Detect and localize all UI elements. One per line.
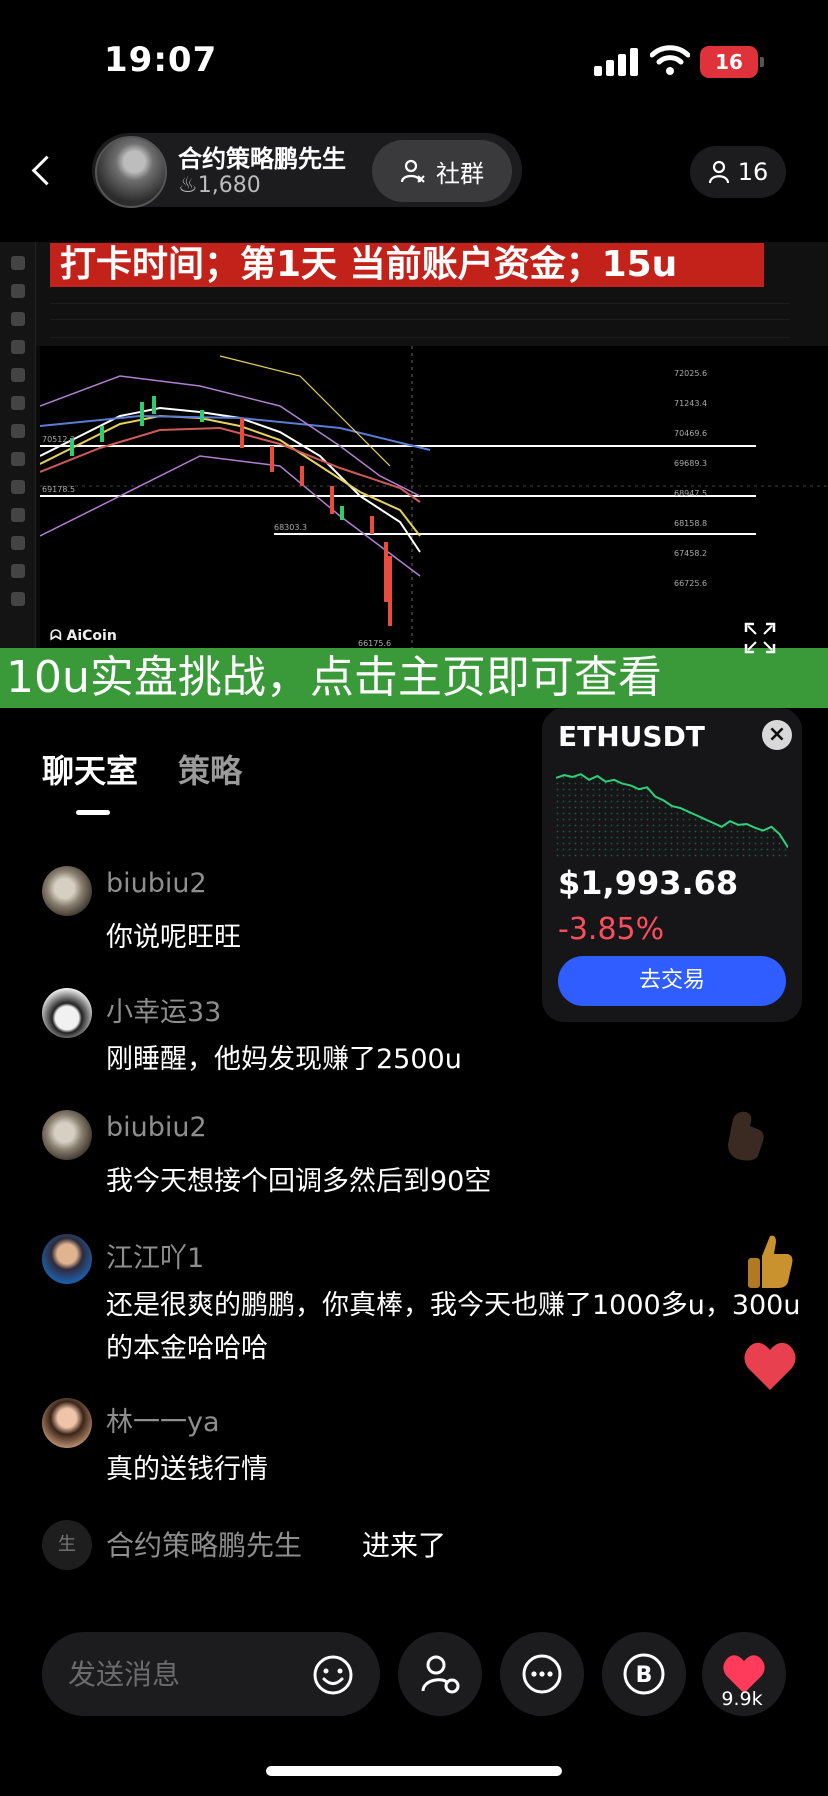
- ticker-card[interactable]: ETHUSDT × $1,993.68 -3.85% 去交易: [542, 708, 802, 1022]
- viewer-count[interactable]: 16: [690, 146, 786, 198]
- svg-text:70469.6: 70469.6: [674, 429, 707, 438]
- status-time: 19:07: [104, 40, 218, 80]
- svg-text:68947.5: 68947.5: [674, 489, 707, 498]
- cellular-signal-icon: [594, 48, 638, 76]
- join-username[interactable]: 合约策略鹏先生: [106, 1524, 302, 1564]
- chat-message: 江江吖1 还是很爽的鹏鹏，你真棒，我今天也赚了1000多u，300u的本金哈哈哈: [42, 1234, 800, 1374]
- host-avatar[interactable]: [95, 136, 167, 208]
- chat-username[interactable]: 江江吖1: [106, 1236, 204, 1275]
- aicoin-logo-mark: ᗣ: [50, 628, 67, 644]
- chat-username[interactable]: biubiu2: [106, 868, 207, 899]
- person-mic-icon: [421, 1655, 460, 1694]
- chat-message: biubiu2 你说呢旺旺: [42, 866, 782, 956]
- chat-text: 你说呢旺旺: [106, 922, 241, 953]
- back-button[interactable]: [22, 146, 62, 194]
- ticker-sparkline: [556, 773, 788, 858]
- person-add-icon: [400, 159, 425, 183]
- svg-text:68303.3: 68303.3: [274, 523, 307, 532]
- svg-text:71243.4: 71243.4: [674, 399, 707, 408]
- link-mic-button[interactable]: [398, 1632, 482, 1716]
- ticker-sparkline-fill: [556, 774, 788, 858]
- chat-username[interactable]: 小幸运33: [106, 990, 221, 1029]
- bitcoin-icon: B: [623, 1653, 665, 1695]
- battery-icon: 16: [700, 46, 764, 78]
- avatar[interactable]: 生: [42, 1520, 92, 1570]
- chat-username[interactable]: biubiu2: [106, 1112, 207, 1143]
- wifi-icon: [650, 45, 690, 75]
- close-icon[interactable]: ×: [762, 720, 792, 750]
- chat-text: 我今天想接个回调多然后到90空: [106, 1166, 492, 1197]
- community-button[interactable]: 社群: [372, 140, 512, 202]
- community-label: 社群: [436, 159, 484, 188]
- chat-message: biubiu2 我今天想接个回调多然后到90空: [42, 1110, 782, 1200]
- tab-chat-room[interactable]: 聊天室: [42, 746, 138, 792]
- tab-strategy[interactable]: 策略: [178, 746, 242, 792]
- fullscreen-icon[interactable]: [744, 622, 776, 654]
- like-count: 9.9k: [721, 1688, 763, 1710]
- chat-message: 林一一ya 真的送钱行情: [42, 1398, 782, 1488]
- svg-text:67458.2: 67458.2: [674, 549, 707, 558]
- person-icon: [708, 160, 729, 184]
- live-video[interactable]: 72025.6 71243.4 70469.6 69689.3 68947.5 6815…: [0, 242, 828, 708]
- svg-text:B: B: [636, 1663, 653, 1688]
- svg-text:69178.5: 69178.5: [42, 485, 75, 494]
- avatar[interactable]: [42, 1110, 92, 1160]
- video-banner-top: 打卡时间；第1天 当前账户资金；15u: [50, 243, 764, 287]
- chat-text: 还是很爽的鹏鹏，你真棒，我今天也赚了1000多u，300u的本金哈哈哈: [106, 1290, 801, 1364]
- message-input-container[interactable]: [42, 1632, 380, 1716]
- finger-heart-reaction-icon: [728, 1111, 764, 1161]
- smiley-icon[interactable]: [312, 1654, 354, 1696]
- viewer-count-value: 16: [737, 158, 769, 186]
- host-likes-count: 1,680: [197, 173, 261, 198]
- more-button[interactable]: [500, 1632, 584, 1716]
- flame-icon: ♨: [178, 173, 198, 198]
- ticker-symbol: ETHUSDT: [558, 720, 705, 753]
- ellipsis-icon: [522, 1654, 562, 1694]
- join-notice: 生 合约策略鹏先生 进来了: [42, 1520, 782, 1576]
- avatar[interactable]: [42, 988, 92, 1038]
- video-candlestick-chart: 72025.6 71243.4 70469.6 69689.3 68947.5 6815…: [40, 346, 828, 652]
- host-name: 合约策略鹏先生: [178, 145, 346, 173]
- avatar[interactable]: [42, 866, 92, 916]
- home-indicator[interactable]: [266, 1766, 562, 1776]
- coin-button[interactable]: B: [602, 1632, 686, 1716]
- svg-text:66175.6: 66175.6: [358, 639, 391, 648]
- message-input[interactable]: [68, 1654, 298, 1694]
- chat-text: 刚睡醒，他妈发现赚了2500u: [106, 1044, 462, 1075]
- heart-reaction-icon: [744, 1342, 796, 1390]
- video-banner-bottom: 10u实盘挑战，点击主页即可查看: [0, 648, 828, 708]
- svg-text:68158.8: 68158.8: [674, 519, 707, 528]
- svg-text:66725.6: 66725.6: [674, 579, 707, 588]
- video-side-toolbar: [0, 242, 36, 708]
- avatar[interactable]: [42, 1398, 92, 1448]
- chat-text: 真的送钱行情: [106, 1454, 268, 1485]
- avatar[interactable]: [42, 1234, 92, 1284]
- join-action: 进来了: [362, 1529, 447, 1562]
- svg-text:69689.3: 69689.3: [674, 459, 707, 468]
- svg-text:72025.6: 72025.6: [674, 369, 707, 378]
- thumbs-up-reaction-icon: [748, 1235, 793, 1288]
- chat-username[interactable]: 林一一ya: [106, 1400, 220, 1439]
- aicoin-logo: ᗣ AiCoin: [50, 628, 117, 644]
- active-tab-indicator: [76, 810, 110, 815]
- aicoin-logo-text: AiCoin: [66, 628, 117, 644]
- status-bar: 19:07 16: [0, 0, 828, 120]
- chat-message: 小幸运33 刚睡醒，他妈发现赚了2500u: [42, 988, 782, 1078]
- host-likes: ♨1,680: [178, 173, 261, 198]
- svg-text:70512.3: 70512.3: [42, 435, 75, 444]
